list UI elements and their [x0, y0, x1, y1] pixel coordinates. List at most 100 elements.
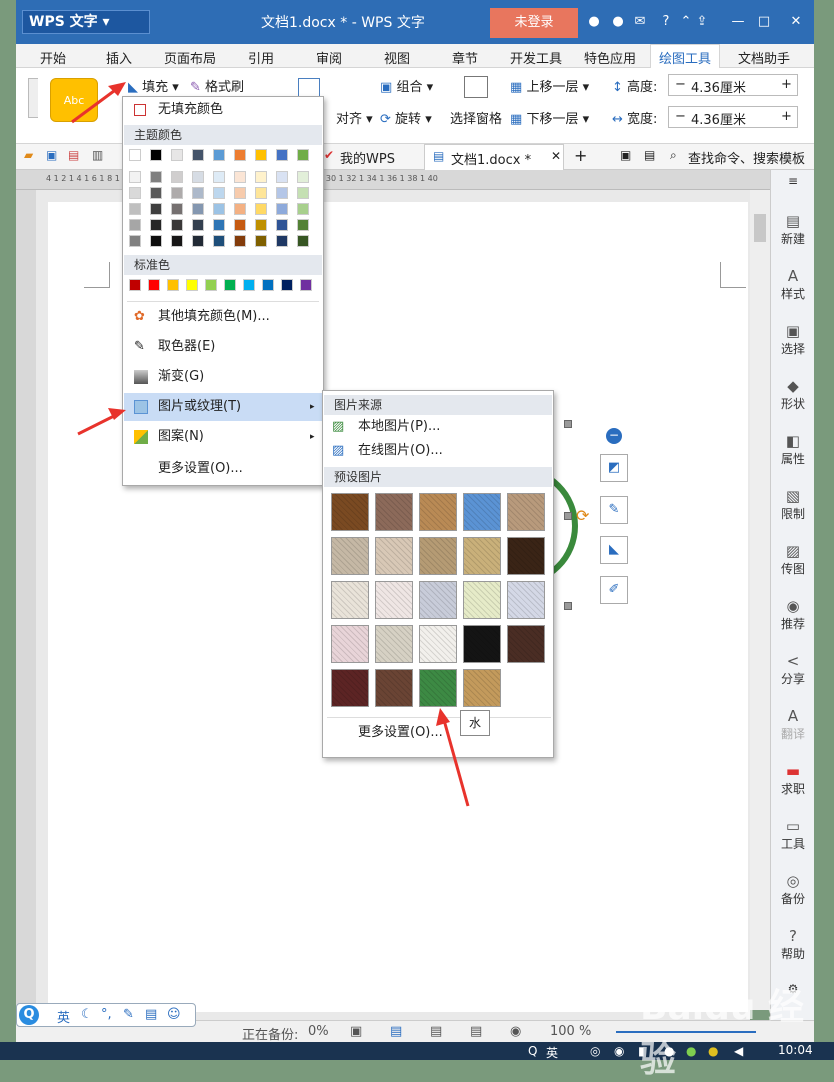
scroll-thumb[interactable] [754, 214, 766, 242]
color-swatch[interactable] [192, 219, 204, 231]
no-fill-item[interactable]: 无填充颜色 [124, 97, 322, 123]
width-increment[interactable]: + [781, 109, 792, 124]
command-search[interactable]: 查找命令、搜索模板 [688, 148, 805, 167]
color-swatch[interactable] [192, 235, 204, 247]
width-spinner[interactable]: − 4.36厘米 + [668, 106, 798, 128]
side-select[interactable]: ▣ 选择 [771, 322, 815, 357]
color-swatch[interactable] [213, 187, 225, 199]
upload-icon[interactable]: ⇪ [692, 12, 712, 32]
edit-shape-button[interactable]: ✎ [600, 496, 628, 524]
texture-swatch[interactable] [375, 581, 413, 619]
pattern-item[interactable]: 图案(N) ▸ [124, 423, 322, 451]
color-swatch[interactable] [297, 203, 309, 215]
ime-lang[interactable]: 英 [57, 1007, 70, 1026]
color-swatch[interactable] [255, 187, 267, 199]
punct-icon[interactable]: °, [101, 1007, 112, 1022]
selection-pane-button[interactable]: 选择窗格 [450, 108, 502, 127]
texture-swatch[interactable] [331, 581, 369, 619]
focus-icon[interactable]: ▣ [350, 1024, 362, 1039]
texture-swatch[interactable] [375, 537, 413, 575]
settings-icon[interactable]: ● [608, 12, 628, 32]
tab-developer[interactable]: 开发工具 [510, 48, 562, 67]
color-swatch[interactable] [129, 235, 141, 247]
texture-swatch[interactable] [463, 669, 501, 707]
color-swatch[interactable] [205, 279, 217, 291]
fill-more-settings-item[interactable]: 更多设置(O)... [124, 455, 322, 483]
color-swatch[interactable] [234, 149, 246, 161]
color-swatch[interactable] [150, 171, 162, 183]
color-swatch[interactable] [276, 219, 288, 231]
taskbar-lang[interactable]: 英 [546, 1044, 558, 1061]
minimize-icon[interactable]: — [728, 12, 748, 32]
color-swatch[interactable] [276, 235, 288, 247]
color-swatch[interactable] [255, 171, 267, 183]
tab-doc-assistant[interactable]: 文档助手 [738, 48, 790, 67]
tab-view[interactable]: 视图 [384, 48, 410, 67]
side-recommend[interactable]: ◉ 推荐 [771, 597, 815, 632]
color-swatch[interactable] [192, 149, 204, 161]
new-tab-icon[interactable]: + [574, 146, 587, 165]
tab-insert[interactable]: 插入 [106, 48, 132, 67]
texture-swatch[interactable] [419, 625, 457, 663]
taskbar-ime-icon[interactable]: Q [528, 1044, 537, 1058]
skin-icon[interactable]: ● [584, 12, 604, 32]
color-swatch[interactable] [255, 235, 267, 247]
tab-section[interactable]: 章节 [452, 48, 478, 67]
texture-swatch[interactable] [419, 537, 457, 575]
texture-swatch[interactable] [419, 493, 457, 531]
resize-handle-right[interactable] [564, 512, 572, 520]
tab-document1[interactable]: ▤ 文档1.docx * ✕ [424, 144, 564, 170]
tab-references[interactable]: 引用 [248, 48, 274, 67]
collapse-float-icon[interactable]: − [606, 428, 622, 444]
zoom-level[interactable]: 100 % [550, 1024, 591, 1039]
web-view-icon[interactable]: ▤ [470, 1024, 482, 1039]
color-swatch[interactable] [234, 235, 246, 247]
tab-page-layout[interactable]: 页面布局 [164, 48, 216, 67]
color-swatch[interactable] [297, 149, 309, 161]
side-share[interactable]: < 分享 [771, 652, 815, 687]
color-swatch[interactable] [213, 235, 225, 247]
sogou-icon[interactable]: Q [19, 1005, 39, 1025]
texture-swatch[interactable] [463, 493, 501, 531]
style-gallery-prev[interactable] [28, 78, 38, 118]
color-swatch[interactable] [171, 235, 183, 247]
color-swatch[interactable] [171, 219, 183, 231]
send-backward-button[interactable]: ▦ 下移一层 ▾ [510, 108, 589, 127]
outline-view-icon[interactable]: ▤ [430, 1024, 442, 1039]
height-input[interactable]: 4.36厘米 [691, 77, 746, 96]
color-swatch[interactable] [171, 203, 183, 215]
close-tab-icon[interactable]: ✕ [551, 149, 561, 163]
color-swatch[interactable] [129, 171, 141, 183]
local-picture-item[interactable]: ▨ 本地图片(P)... [324, 415, 552, 439]
color-swatch[interactable] [262, 279, 274, 291]
help-icon[interactable]: ? [656, 12, 676, 32]
color-swatch[interactable] [150, 203, 162, 215]
color-swatch[interactable] [276, 171, 288, 183]
texture-swatch[interactable] [331, 625, 369, 663]
color-swatch[interactable] [150, 149, 162, 161]
color-swatch[interactable] [234, 171, 246, 183]
color-swatch[interactable] [297, 187, 309, 199]
close-icon[interactable]: ✕ [786, 12, 806, 32]
maximize-icon[interactable]: □ [754, 12, 774, 32]
texture-swatch[interactable] [463, 625, 501, 663]
color-swatch[interactable] [276, 203, 288, 215]
tab-list-icon[interactable]: ▤ [644, 148, 655, 162]
color-swatch[interactable] [186, 279, 198, 291]
side-help[interactable]: ? 帮助 [771, 927, 815, 962]
side-translate[interactable]: A 翻译 [771, 707, 815, 742]
texture-swatch[interactable] [507, 493, 545, 531]
color-swatch[interactable] [281, 279, 293, 291]
color-swatch[interactable] [129, 203, 141, 215]
texture-swatch[interactable] [375, 625, 413, 663]
color-swatch[interactable] [224, 279, 236, 291]
side-backup[interactable]: ◎ 备份 [771, 872, 815, 907]
tab-features[interactable]: 特色应用 [584, 48, 636, 67]
texture-more-settings-item[interactable]: 更多设置(O)... [324, 719, 552, 747]
eye-icon[interactable]: ◉ [510, 1024, 521, 1039]
color-swatch[interactable] [276, 149, 288, 161]
color-swatch[interactable] [300, 279, 312, 291]
gradient-item[interactable]: 渐变(G) [124, 363, 322, 391]
color-swatch[interactable] [255, 219, 267, 231]
color-swatch[interactable] [129, 149, 141, 161]
